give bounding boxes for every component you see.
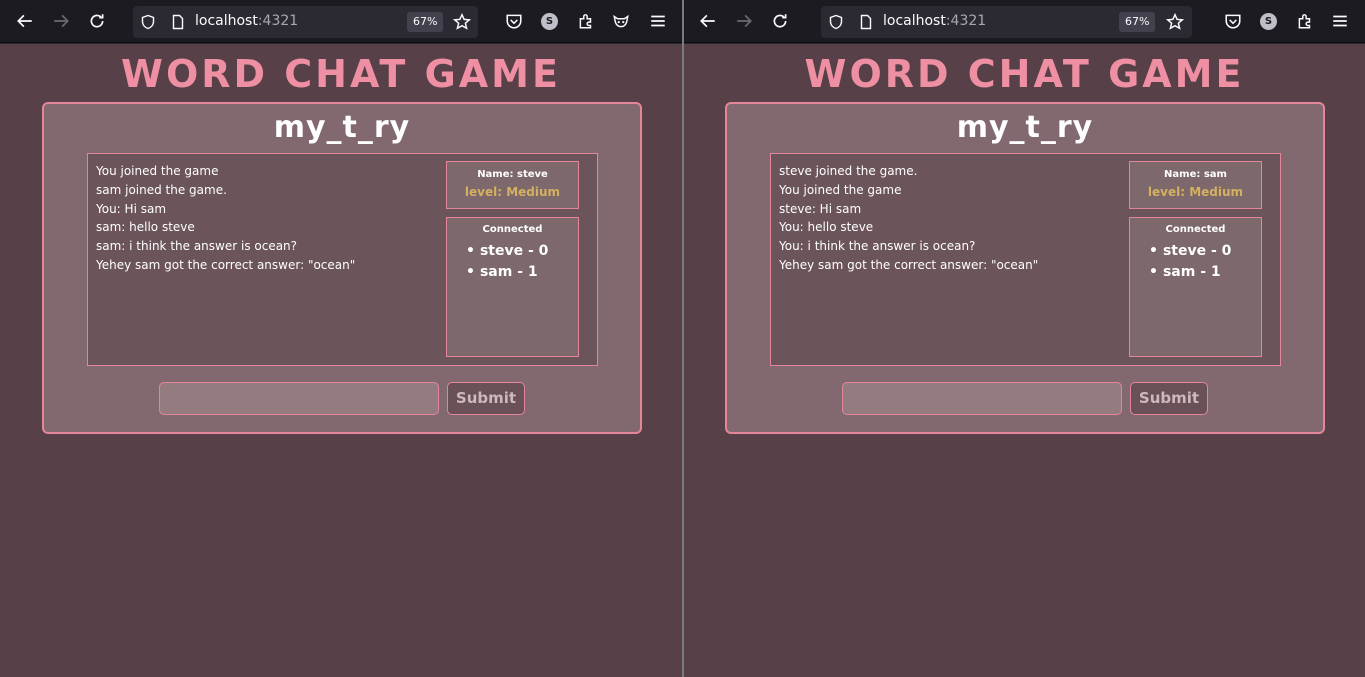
player-score: steve - 0 [466,241,578,262]
url-port: :4321 [257,13,299,29]
menu-icon[interactable] [1330,11,1350,31]
submit-button[interactable]: Submit [447,382,525,415]
game-card: my_t_ry steve joined the game. You joine… [725,102,1325,434]
profile-avatar[interactable]: S [541,13,558,30]
room-name: my_t_ry [273,110,411,145]
browser-toolbar: localhost:4321 67% S [0,0,682,43]
player-list: steve - 0 sam - 1 [447,241,578,283]
url-text[interactable]: localhost:4321 [883,13,986,29]
zoom-level[interactable]: 67% [407,12,444,32]
message-list: steve joined the game. You joined the ga… [779,162,1119,275]
player-name: Name: sam [1164,169,1227,180]
bookmark-star-icon[interactable] [1166,13,1184,31]
chat-message: Yehey sam got the correct answer: "ocean… [96,257,356,272]
forward-arrow-icon[interactable] [734,11,754,31]
page-icon [172,14,184,30]
forward-arrow-icon[interactable] [51,11,71,31]
connected-players-box: Connected steve - 0 sam - 1 [1129,217,1262,357]
page-content: WORD CHAT GAME my_t_ry steve joined the … [684,44,1365,677]
browser-window-right: localhost:4321 67% S WORD CHAT GAME my_t… [684,0,1365,677]
player-level: level: Medium [1147,185,1244,199]
chat-message: You: hello steve [779,220,874,235]
player-name: Name: steve [477,169,548,180]
connected-players-box: Connected steve - 0 sam - 1 [446,217,579,357]
url-bar[interactable]: localhost:4321 67% [133,6,478,38]
url-bar[interactable]: localhost:4321 67% [821,6,1192,38]
chat-message: steve: Hi sam [779,201,862,216]
player-info-box: Name: steve level: Medium [446,161,579,209]
chat-message: You: i think the answer is ocean? [779,239,976,254]
chat-message: sam: hello steve [96,220,195,235]
extensions-icon[interactable] [1295,11,1315,31]
game-card: my_t_ry You joined the game sam joined t… [42,102,642,434]
pocket-icon[interactable] [504,11,524,31]
chat-message: sam: i think the answer is ocean? [96,239,298,254]
back-arrow-icon[interactable] [15,11,35,31]
chat-message: Yehey sam got the correct answer: "ocean… [779,257,1039,272]
pocket-icon[interactable] [1223,11,1243,31]
player-score: steve - 0 [1149,241,1261,262]
player-score: sam - 1 [466,262,578,283]
url-host: localhost [883,13,946,29]
browser-toolbar: localhost:4321 67% S [684,0,1365,43]
menu-icon[interactable] [648,11,668,31]
player-level: level: Medium [464,185,561,199]
message-list: You joined the game sam joined the game.… [96,162,436,275]
url-text[interactable]: localhost:4321 [195,13,298,29]
reload-icon[interactable] [770,11,790,31]
game-title: WORD CHAT GAME [804,52,1245,96]
player-info-box: Name: sam level: Medium [1129,161,1262,209]
answer-input[interactable] [159,382,439,415]
profile-avatar[interactable]: S [1260,13,1277,30]
player-list: steve - 0 sam - 1 [1130,241,1261,283]
page-content: WORD CHAT GAME my_t_ry You joined the ga… [0,44,682,677]
room-name: my_t_ry [956,110,1094,145]
answer-input[interactable] [842,382,1122,415]
tracking-shield-icon[interactable] [828,14,844,30]
chat-message: You joined the game [96,164,219,178]
url-port: :4321 [945,13,987,29]
submit-button[interactable]: Submit [1130,382,1208,415]
back-arrow-icon[interactable] [698,11,718,31]
reload-icon[interactable] [87,11,107,31]
tracking-shield-icon[interactable] [140,14,156,30]
browser-window-left: localhost:4321 67% S WORD CHAT GAME my_t… [0,0,682,677]
chat-panel: You joined the game sam joined the game.… [87,153,598,366]
zoom-level[interactable]: 67% [1119,12,1156,32]
chat-message: You joined the game [779,182,902,197]
bookmark-star-icon[interactable] [453,13,471,31]
extensions-icon[interactable] [576,11,596,31]
chat-message: sam joined the game. [96,182,227,197]
chat-message: steve joined the game. [779,164,918,178]
chat-panel: steve joined the game. You joined the ga… [770,153,1281,366]
player-score: sam - 1 [1149,262,1261,283]
fox-extension-icon[interactable] [611,11,631,31]
page-icon [860,14,872,30]
chat-message: You: Hi sam [96,201,167,216]
connected-title: Connected [482,224,543,235]
game-title: WORD CHAT GAME [121,52,561,96]
connected-title: Connected [1165,224,1226,235]
url-host: localhost [195,13,258,29]
